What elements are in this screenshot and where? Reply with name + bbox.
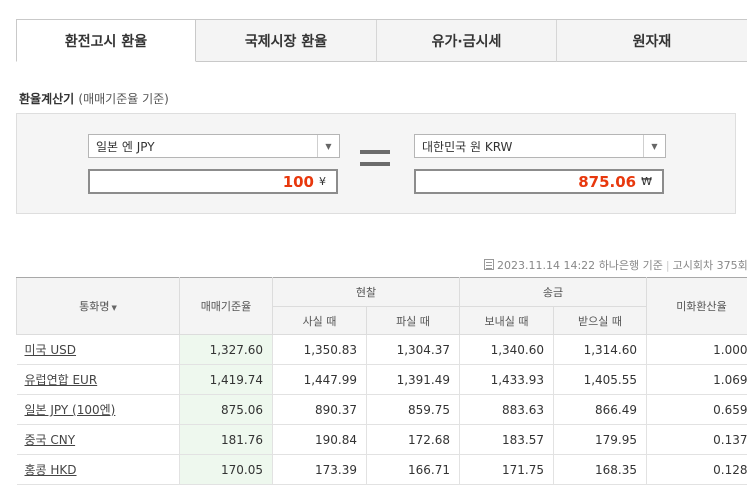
rate-round: 고시회차 375회 [672, 259, 747, 272]
cash-buy-cell: 190.84 [272, 424, 367, 455]
currency-name-cell: 홍콩 HKD [16, 454, 180, 485]
to-currency-select[interactable]: 대한민국 원 KRW ▼ [414, 134, 666, 158]
equals-icon [360, 150, 390, 168]
table-row: 홍콩 HKD 170.05 173.39 166.71 171.75 168.3… [16, 454, 747, 485]
tab-international-market[interactable]: 국제시장 환율 [196, 20, 376, 62]
from-currency-value: 일본 엔 JPY [96, 139, 155, 154]
currency-link[interactable]: 미국 USD [25, 343, 77, 357]
rate-info: 2023.11.14 14:22 하나은행 기준 | 고시회차 375회 [484, 257, 747, 273]
header-wire-receive: 받으실 때 [553, 306, 647, 335]
chevron-down-icon: ▼ [643, 135, 665, 157]
currency-name-cell: 유럽연합 EUR [16, 364, 180, 395]
cash-buy-cell: 1,447.99 [272, 364, 367, 395]
wire-receive-cell: 1,405.55 [553, 364, 647, 395]
chevron-down-icon: ▼ [317, 135, 339, 157]
cash-buy-cell: 173.39 [272, 454, 367, 485]
from-currency-select[interactable]: 일본 엔 JPY ▼ [88, 134, 340, 158]
base-rate-cell: 181.76 [179, 424, 273, 455]
usd-rate-cell: 1.000 [646, 334, 747, 365]
table-row: 미국 USD 1,327.60 1,350.83 1,304.37 1,340.… [16, 334, 747, 365]
wire-receive-cell: 179.95 [553, 424, 647, 455]
cash-sell-cell: 859.75 [366, 394, 460, 425]
from-amount-unit: ¥ [319, 175, 326, 188]
wire-send-cell: 1,433.93 [459, 364, 554, 395]
usd-rate-cell: 0.137 [646, 424, 747, 455]
header-wire: 송금 [459, 277, 647, 307]
rate-timestamp: 2023.11.14 14:22 [497, 259, 596, 272]
divider: | [665, 259, 670, 272]
wire-receive-cell: 866.49 [553, 394, 647, 425]
to-amount-field: 875.06 ₩ [414, 169, 664, 194]
header-wire-send: 보내실 때 [459, 306, 554, 335]
base-rate-cell: 1,419.74 [179, 364, 273, 395]
header-cash-buy: 사실 때 [272, 306, 367, 335]
tab-raw-materials[interactable]: 원자재 [556, 20, 747, 62]
currency-name-cell: 미국 USD [16, 334, 180, 365]
base-rate-cell: 170.05 [179, 454, 273, 485]
wire-send-cell: 183.57 [459, 424, 554, 455]
document-icon [484, 259, 494, 270]
exchange-rate-table: 통화명 ▼ 매매기준율 현찰 송금 미화환산율 사실 때 파실 때 보내실 때 받… [16, 277, 747, 485]
usd-rate-cell: 1.069 [646, 364, 747, 395]
currency-link[interactable]: 일본 JPY (100엔) [25, 403, 116, 417]
currency-link[interactable]: 중국 CNY [25, 433, 76, 447]
wire-send-cell: 883.63 [459, 394, 554, 425]
cash-sell-cell: 1,391.49 [366, 364, 460, 395]
calculator-title: 환율계산기 (매매기준율 기준) [19, 90, 169, 107]
wire-send-cell: 1,340.60 [459, 334, 554, 365]
currency-link[interactable]: 유럽연합 EUR [25, 373, 98, 387]
currency-link[interactable]: 홍콩 HKD [25, 463, 77, 477]
rate-bank: 하나은행 기준 [598, 259, 663, 272]
wire-receive-cell: 1,314.60 [553, 334, 647, 365]
base-rate-cell: 875.06 [179, 394, 273, 425]
header-cash-sell: 파실 때 [366, 306, 460, 335]
tab-exchange-notice[interactable]: 환전고시 환율 [16, 20, 196, 62]
header-cash: 현찰 [272, 277, 460, 307]
sort-down-icon: ▼ [111, 304, 117, 312]
to-currency-value: 대한민국 원 KRW [422, 139, 513, 154]
currency-name-cell: 중국 CNY [16, 424, 180, 455]
usd-rate-cell: 0.128 [646, 454, 747, 485]
cash-buy-cell: 890.37 [272, 394, 367, 425]
currency-name-cell: 일본 JPY (100엔) [16, 394, 180, 425]
table-row: 중국 CNY 181.76 190.84 172.68 183.57 179.9… [16, 424, 747, 455]
cash-buy-cell: 1,350.83 [272, 334, 367, 365]
cash-sell-cell: 166.71 [366, 454, 460, 485]
tab-bar: 환전고시 환율 국제시장 환율 유가·금시세 원자재 [16, 19, 747, 62]
header-base-rate: 매매기준율 [179, 277, 273, 335]
from-amount-value: 100 [282, 172, 314, 191]
calculator-title-sub: (매매기준율 기준) [78, 92, 169, 106]
usd-rate-cell: 0.659 [646, 394, 747, 425]
to-amount-unit: ₩ [641, 175, 652, 188]
cash-sell-cell: 1,304.37 [366, 334, 460, 365]
tab-oil-gold[interactable]: 유가·금시세 [376, 20, 556, 62]
calculator-title-main: 환율계산기 [19, 92, 75, 106]
base-rate-cell: 1,327.60 [179, 334, 273, 365]
from-amount-field[interactable]: 100 ¥ [88, 169, 338, 194]
wire-receive-cell: 168.35 [553, 454, 647, 485]
cash-sell-cell: 172.68 [366, 424, 460, 455]
to-amount-value: 875.06 [578, 172, 637, 191]
header-currency[interactable]: 통화명 ▼ [16, 277, 180, 335]
table-row: 일본 JPY (100엔) 875.06 890.37 859.75 883.6… [16, 394, 747, 425]
table-row: 유럽연합 EUR 1,419.74 1,447.99 1,391.49 1,43… [16, 364, 747, 395]
wire-send-cell: 171.75 [459, 454, 554, 485]
header-usd-rate: 미화환산율 [646, 277, 747, 335]
